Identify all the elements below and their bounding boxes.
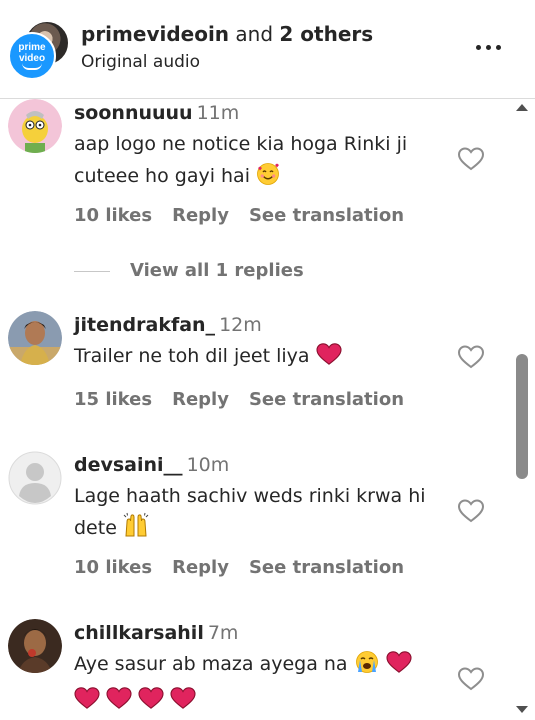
- like-heart-button[interactable]: [457, 666, 485, 692]
- account-avatars[interactable]: prime video: [8, 20, 72, 80]
- comment-time: 7m: [207, 622, 239, 644]
- comment-time: 12m: [219, 314, 262, 336]
- user-avatar[interactable]: [8, 311, 62, 365]
- like-heart-button[interactable]: [457, 146, 485, 172]
- comment-header: chillkarsahil 7m: [74, 622, 238, 644]
- others-link[interactable]: 2 others: [279, 22, 373, 46]
- comment-time: 10m: [186, 454, 230, 476]
- comment-actions: 10 likes Reply See translation: [74, 557, 424, 578]
- comment-text: Aye sasur ab maza ayega na: [74, 653, 348, 675]
- user-avatar[interactable]: [8, 451, 62, 505]
- likes-count[interactable]: 15 likes: [74, 389, 152, 410]
- comment-text: Trailer ne toh dil jeet liya: [74, 345, 310, 367]
- scrollbar-thumb[interactable]: [516, 354, 528, 479]
- loudly-crying-face-icon: [354, 650, 380, 684]
- profile-photo-icon: [8, 619, 62, 673]
- user-avatar[interactable]: [8, 99, 62, 153]
- comment-header: jitendrakfan_ 12m: [74, 314, 262, 336]
- red-heart-icon: [316, 342, 342, 376]
- default-user-icon: [8, 451, 62, 505]
- view-replies-button[interactable]: View all 1 replies: [74, 260, 374, 284]
- heart-outline-icon: [457, 667, 485, 691]
- red-heart-icon: [170, 686, 196, 720]
- comment-text: aap logo ne notice kia hoga Rinki ji cut…: [74, 133, 408, 187]
- comment-header: devsaini__ 10m: [74, 454, 229, 476]
- likes-count[interactable]: 10 likes: [74, 557, 152, 578]
- comment-text-block: aap logo ne notice kia hoga Rinki ji cut…: [74, 128, 454, 196]
- more-dot-icon: [485, 44, 491, 50]
- comment-actions: 15 likes Reply See translation: [74, 389, 424, 410]
- comment-header: soonnuuuu 11m: [74, 102, 239, 124]
- comment-username[interactable]: jitendrakfan_: [74, 314, 215, 336]
- comment-time: 11m: [196, 102, 240, 124]
- comment-actions: 10 likes Reply See translation: [74, 205, 424, 226]
- reply-button[interactable]: Reply: [172, 205, 229, 226]
- likes-count[interactable]: 10 likes: [74, 205, 152, 226]
- red-heart-icon: [386, 650, 412, 684]
- comment-text-block: Aye sasur ab maza ayega na: [74, 648, 454, 720]
- see-translation-button[interactable]: See translation: [249, 557, 404, 578]
- post-authors: primevideoin and 2 others: [81, 22, 373, 46]
- comment-text-block: Lage haath sachiv weds rinki krwa hi det…: [74, 480, 454, 548]
- red-heart-icon: [74, 686, 100, 720]
- scrollbar[interactable]: [513, 99, 531, 720]
- see-translation-button[interactable]: See translation: [249, 389, 404, 410]
- reply-button[interactable]: Reply: [172, 557, 229, 578]
- like-heart-button[interactable]: [457, 498, 485, 524]
- user-avatar[interactable]: [8, 619, 62, 673]
- comment-username[interactable]: devsaini__: [74, 454, 183, 476]
- raising-hands-icon: [123, 512, 149, 548]
- more-dot-icon: [475, 44, 481, 50]
- see-translation-button[interactable]: See translation: [249, 205, 404, 226]
- heart-outline-icon: [457, 147, 485, 171]
- authors-conjunction: and: [235, 22, 274, 46]
- prime-video-logo: prime video: [8, 32, 56, 80]
- scroll-up-arrow-icon[interactable]: [516, 104, 528, 111]
- logo-smile-icon: [22, 63, 42, 70]
- audio-label[interactable]: Original audio: [81, 52, 200, 72]
- heart-outline-icon: [457, 499, 485, 523]
- profile-photo-icon: [8, 311, 62, 365]
- comment-text-block: Trailer ne toh dil jeet liya: [74, 340, 454, 376]
- scroll-down-arrow-icon[interactable]: [516, 706, 528, 713]
- view-replies-label: View all 1 replies: [130, 260, 304, 281]
- account-name-link[interactable]: primevideoin: [81, 22, 229, 46]
- post-header: prime video primevideoin and 2 others Or…: [0, 0, 535, 99]
- like-heart-button[interactable]: [457, 344, 485, 370]
- red-heart-icon: [106, 686, 132, 720]
- comment-username[interactable]: chillkarsahil: [74, 622, 204, 644]
- more-dot-icon: [495, 44, 501, 50]
- red-heart-icon: [138, 686, 164, 720]
- cartoon-avatar-icon: [8, 99, 62, 153]
- heart-outline-icon: [457, 345, 485, 369]
- comment-username[interactable]: soonnuuuu: [74, 102, 193, 124]
- comments-list[interactable]: soonnuuuu 11m aap logo ne notice kia hoga…: [0, 99, 535, 720]
- smiling-face-with-hearts-icon: [256, 162, 280, 196]
- replies-divider: [74, 271, 110, 272]
- logo-text-line1: prime: [18, 42, 46, 53]
- more-options-button[interactable]: [468, 36, 508, 58]
- reply-button[interactable]: Reply: [172, 389, 229, 410]
